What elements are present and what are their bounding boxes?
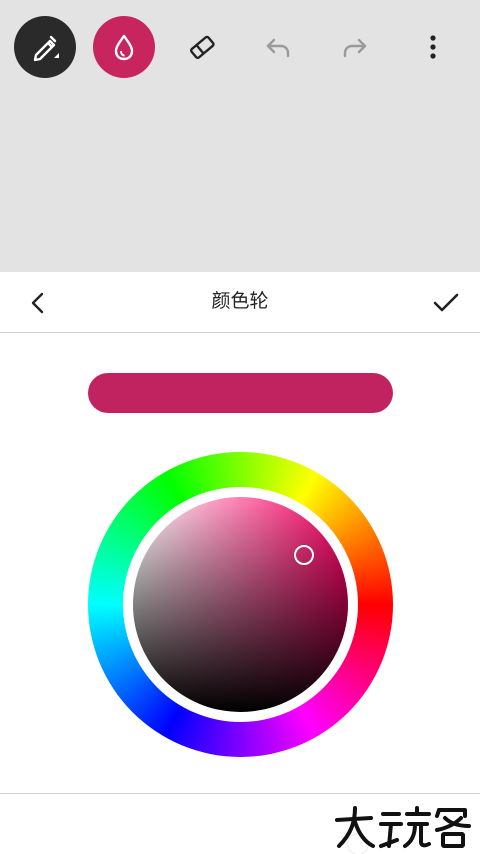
- divider: [0, 793, 480, 794]
- drawing-canvas[interactable]: [0, 0, 480, 272]
- panel-title: 颜色轮: [211, 290, 269, 312]
- undo-icon: [266, 38, 290, 58]
- eraser-icon: [189, 35, 215, 60]
- eraser-tool-button[interactable]: [177, 20, 227, 74]
- saturation-brightness-disc[interactable]: [133, 497, 348, 712]
- watermark-logo: [333, 802, 473, 850]
- panel-header: 颜色轮: [0, 272, 480, 333]
- checkmark-icon: [433, 293, 459, 312]
- color-wheel-panel: 颜色轮: [0, 272, 480, 854]
- redo-button[interactable]: [330, 20, 380, 74]
- pen-icon: [33, 35, 59, 62]
- drop-icon: [114, 34, 134, 61]
- selected-color-preview: [88, 373, 393, 413]
- more-vertical-icon: [430, 35, 436, 59]
- redo-icon: [343, 38, 367, 58]
- undo-button[interactable]: [253, 20, 303, 74]
- more-options-button[interactable]: [408, 20, 458, 74]
- pen-tool-button[interactable]: [14, 16, 76, 78]
- color-wheel[interactable]: [88, 452, 393, 854]
- saturation-brightness-handle[interactable]: [294, 545, 314, 565]
- confirm-button[interactable]: [430, 288, 462, 318]
- color-fill-tool-button[interactable]: [93, 16, 155, 78]
